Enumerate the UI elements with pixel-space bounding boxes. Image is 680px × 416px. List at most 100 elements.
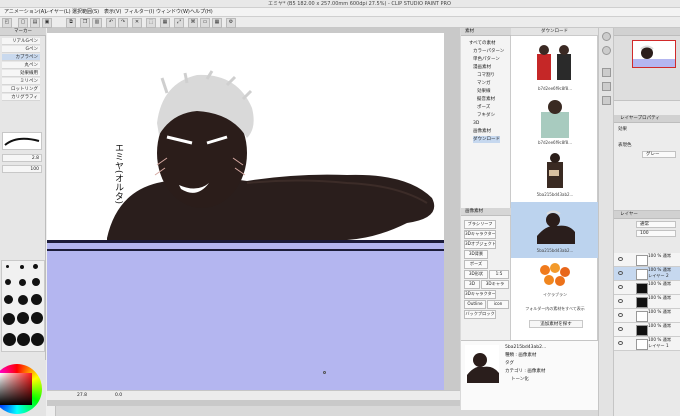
menu-selection[interactable]: 選択範囲(S) <box>72 8 99 17</box>
tag-button[interactable]: バックブロック <box>464 310 496 319</box>
layer-row[interactable]: 100 % 通常 <box>614 323 680 337</box>
tree-manga[interactable]: マンガ <box>477 80 491 87</box>
zoom-value[interactable]: 27.8 <box>77 391 87 400</box>
eye-icon[interactable] <box>618 285 623 289</box>
grid-view-icon[interactable] <box>602 68 611 77</box>
deselect-icon[interactable]: ⬚ <box>146 18 156 28</box>
tree-3d[interactable]: 3D <box>473 120 479 127</box>
lower-frame[interactable] <box>47 240 444 390</box>
layer-row-selected[interactable]: 100 % 通常 レイヤー 2 <box>614 267 680 281</box>
tag-button[interactable]: 3D <box>464 280 480 289</box>
tag-button[interactable]: 1:5 <box>489 270 509 279</box>
size-dot[interactable] <box>32 278 40 286</box>
tree-panel-split[interactable]: コマ割り <box>477 72 495 79</box>
clear-icon[interactable]: ✕ <box>132 18 142 28</box>
brush-milli-pen[interactable]: ミリペン <box>2 78 40 85</box>
paste-icon[interactable]: ▥ <box>92 18 102 28</box>
layer-opacity[interactable]: 100 <box>636 230 676 237</box>
menu-animation[interactable]: アニメーション(A) <box>4 8 46 17</box>
tree-mono-pattern[interactable]: 単色パターン <box>473 56 500 63</box>
size-dot[interactable] <box>17 333 30 346</box>
brush-rotring[interactable]: ロットリング <box>2 86 40 93</box>
select-all-icon[interactable]: ▦ <box>160 18 170 28</box>
eye-icon[interactable] <box>618 341 623 345</box>
tree-all-materials[interactable]: すべての素材 <box>469 40 496 47</box>
redo-icon[interactable]: ↷ <box>118 18 128 28</box>
tree-image-material[interactable]: 画像素材 <box>473 128 491 135</box>
snap-icon[interactable]: ⌘ <box>188 18 198 28</box>
size-dot[interactable] <box>31 312 43 324</box>
size-dot[interactable] <box>31 294 42 305</box>
size-dot[interactable] <box>31 333 44 346</box>
menu-help[interactable]: ヘルプ(H) <box>190 8 213 17</box>
size-dot[interactable] <box>33 264 38 269</box>
save-icon[interactable]: ▣ <box>42 18 52 28</box>
tag-button[interactable]: Outline <box>464 300 486 309</box>
eye-icon[interactable] <box>618 271 623 275</box>
material-item[interactable]: イクラブラン <box>511 260 598 300</box>
size-dot[interactable] <box>18 295 28 305</box>
layer-row[interactable]: 100 % 通常 <box>614 295 680 309</box>
new-window-icon[interactable]: ⧉ <box>66 18 76 28</box>
size-dot[interactable] <box>20 265 24 269</box>
layer-row[interactable]: 100 % 通常 <box>614 253 680 267</box>
tree-color-pattern[interactable]: カラーパターン <box>473 48 504 55</box>
size-dot[interactable] <box>3 313 15 325</box>
menu-layer[interactable]: レイヤー(L) <box>44 8 71 17</box>
layer-property-icon[interactable] <box>602 96 611 105</box>
blend-mode-select[interactable]: 通常 <box>636 221 676 228</box>
tag-button[interactable]: 3D背景 <box>464 250 488 259</box>
clip-icon[interactable]: ◰ <box>2 18 12 28</box>
tag-button[interactable]: icon <box>487 300 509 309</box>
tag-button[interactable]: 3Dキャラ <box>481 280 509 289</box>
layer-row[interactable]: 100 % 通常 <box>614 309 680 323</box>
tree-pose[interactable]: ポーズ <box>477 104 490 111</box>
menu-window[interactable]: ウィンドウ(W) <box>156 8 190 17</box>
eye-icon[interactable] <box>618 327 623 331</box>
tag-button[interactable]: 3Dオブジェクト <box>464 240 496 249</box>
tree-balloon[interactable]: フキダシ <box>477 112 495 119</box>
eye-icon[interactable] <box>618 313 623 317</box>
search-icon[interactable] <box>602 46 611 55</box>
eye-icon[interactable] <box>618 257 623 261</box>
size-dot[interactable] <box>6 265 9 268</box>
tag-button[interactable]: ポーズ <box>464 260 488 269</box>
material-item-selected[interactable]: 5ba215bd43ab2... <box>511 202 598 258</box>
tree-download[interactable]: ダウンロード <box>473 136 500 143</box>
tree-manga-material[interactable]: 漫画素材 <box>473 64 491 71</box>
navigator-icon[interactable] <box>602 32 611 41</box>
tag-button[interactable]: 3Dキャラクター <box>464 230 496 239</box>
brush-round-pen[interactable]: 丸ペン <box>2 62 40 69</box>
tag-button[interactable]: 3Dキャラクター <box>464 290 496 299</box>
material-item[interactable]: b7d2ee6f9c8f8... <box>511 42 598 94</box>
size-slider[interactable]: 2.8 <box>2 154 42 162</box>
menu-view[interactable]: 表示(V) <box>104 8 121 17</box>
color-select[interactable]: グレー <box>642 151 676 158</box>
grid-icon[interactable]: ▦ <box>212 18 222 28</box>
find-more-materials-button[interactable]: 追加素材を探す <box>529 320 583 328</box>
eye-icon[interactable] <box>618 299 623 303</box>
layer-row[interactable]: 100 % 通常 <box>614 281 680 295</box>
brush-real-g-pen[interactable]: リアルGペン <box>2 38 40 45</box>
open-icon[interactable]: ▤ <box>30 18 40 28</box>
layer-row[interactable]: 100 % 通常 レイヤー 1 <box>614 337 680 351</box>
menu-filter[interactable]: フィルター(I) <box>124 8 154 17</box>
material-item[interactable]: 5ba215bd43ab2... <box>511 150 598 200</box>
saturation-square[interactable] <box>0 373 32 405</box>
brush-calligraphy[interactable]: カリグラフィ <box>2 94 40 101</box>
folder-all-line[interactable]: フォルダー内の素材をすべて表示 <box>513 306 597 311</box>
tree-effect-lines[interactable]: 効果線 <box>477 88 491 95</box>
transform-icon[interactable]: ⤢ <box>174 18 184 28</box>
size-dot[interactable] <box>5 279 11 285</box>
canvas-page[interactable]: エミヤ(オルタ) <box>47 33 444 240</box>
brush-kabura-pen[interactable]: カブラペン <box>2 54 40 61</box>
angle-value[interactable]: 0.0 <box>115 391 122 400</box>
list-view-icon[interactable] <box>602 82 611 91</box>
settings-icon[interactable]: ⚙ <box>226 18 236 28</box>
navigator-preview[interactable] <box>632 40 676 68</box>
opacity-slider[interactable]: 100 <box>2 165 42 173</box>
size-dot[interactable] <box>4 295 13 304</box>
new-file-icon[interactable]: ▢ <box>18 18 28 28</box>
size-dot[interactable] <box>17 312 29 324</box>
undo-icon[interactable]: ↶ <box>106 18 116 28</box>
